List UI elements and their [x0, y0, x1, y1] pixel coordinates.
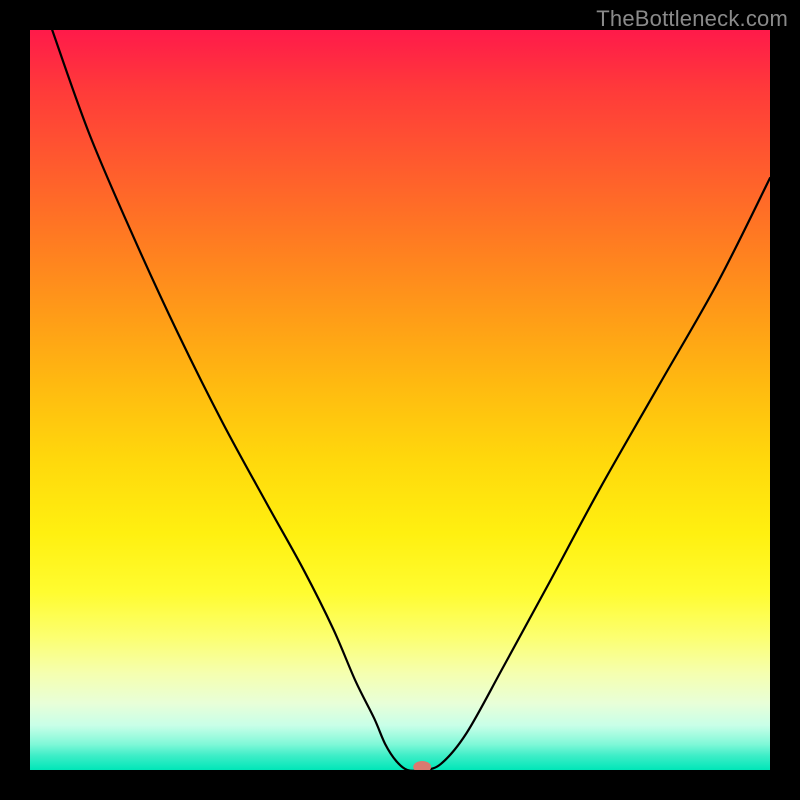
watermark-text: TheBottleneck.com — [596, 6, 788, 32]
plot-area — [30, 30, 770, 770]
curve-layer — [30, 30, 770, 770]
chart-frame: TheBottleneck.com — [0, 0, 800, 800]
optimal-point-marker — [413, 761, 431, 770]
bottleneck-curve — [52, 30, 770, 770]
